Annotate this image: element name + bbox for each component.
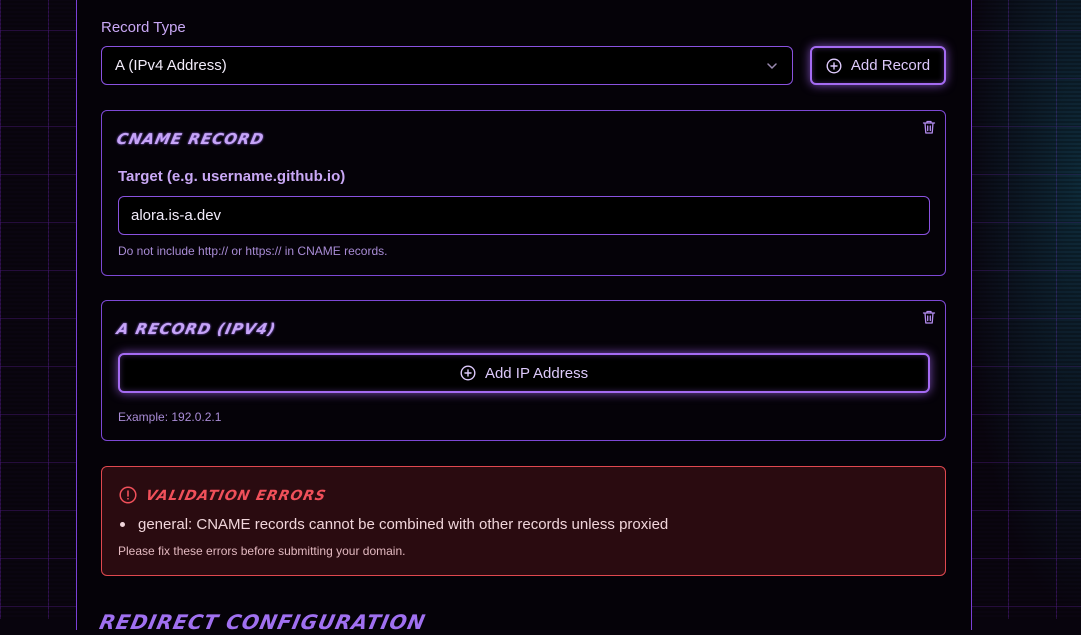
record-type-label: Record Type	[101, 19, 186, 36]
validation-error-item: general: CNAME records cannot be combine…	[138, 516, 669, 533]
plus-circle-icon	[460, 365, 476, 381]
a-card-title: A Record (IPv4)	[115, 320, 278, 338]
cname-hint: Do not include http:// or https:// in CN…	[118, 244, 388, 258]
trash-icon[interactable]	[921, 309, 937, 325]
record-type-select[interactable]: A (IPv4 Address)	[101, 46, 793, 85]
a-record-card: A Record (IPv4) Add IP Address Example: …	[101, 300, 946, 441]
chevron-down-icon	[767, 63, 777, 70]
redirect-section-title: Redirect Configuration	[97, 610, 428, 634]
add-ip-address-button[interactable]: Add IP Address	[118, 353, 930, 393]
add-ip-address-label: Add IP Address	[484, 364, 589, 382]
cname-target-label: Target (e.g. username.github.io)	[118, 168, 346, 185]
add-record-button[interactable]: Add Record	[810, 46, 946, 85]
validation-errors-note: Please fix these errors before submittin…	[118, 544, 406, 558]
cname-card-title: CNAME Record	[115, 130, 267, 148]
validation-errors-title: Validation Errors	[144, 488, 328, 504]
a-record-hint: Example: 192.0.2.1	[118, 410, 222, 424]
cname-target-value: alora.is-a.dev	[131, 207, 222, 224]
alert-circle-icon	[119, 486, 137, 504]
cname-record-card: CNAME Record Target (e.g. username.githu…	[101, 110, 946, 276]
plus-circle-icon	[826, 57, 842, 74]
trash-icon[interactable]	[921, 119, 937, 135]
cname-target-input[interactable]: alora.is-a.dev	[118, 196, 930, 235]
record-type-selected-value: A (IPv4 Address)	[115, 57, 227, 74]
validation-errors-card: Validation Errors general: CNAME records…	[101, 466, 946, 576]
add-record-label: Add Record	[850, 57, 931, 74]
list-bullet	[120, 522, 125, 527]
